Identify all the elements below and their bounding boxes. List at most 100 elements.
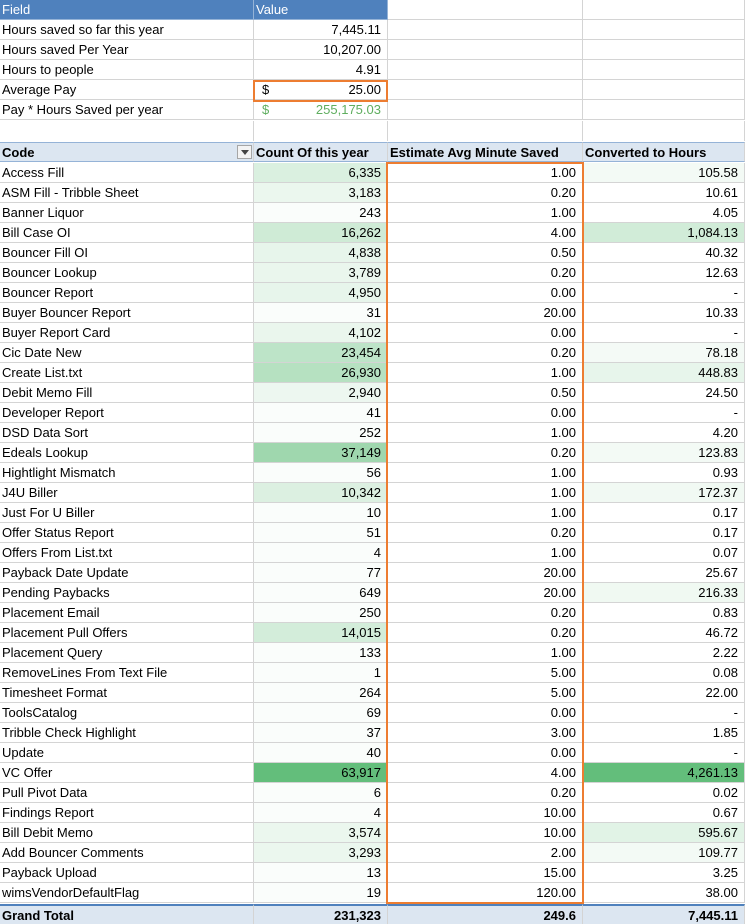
code-cell[interactable]: Bouncer Fill OI [0,243,254,263]
hours-cell[interactable]: 4.05 [583,203,745,223]
minutes-cell[interactable]: 0.20 [388,523,583,543]
count-cell[interactable]: 6 [254,783,388,803]
empty-cell[interactable] [583,80,745,100]
hours-cell[interactable]: - [583,743,745,763]
count-cell[interactable]: 4,102 [254,323,388,343]
count-cell[interactable]: 2,940 [254,383,388,403]
minutes-cell[interactable]: 0.00 [388,283,583,303]
hours-cell[interactable]: 1.85 [583,723,745,743]
minutes-cell[interactable]: 0.00 [388,703,583,723]
summary-value[interactable]: $25.00 [254,80,388,100]
summary-value[interactable]: $255,175.03 [254,100,388,120]
hours-cell[interactable]: 0.17 [583,503,745,523]
count-cell[interactable]: 13 [254,863,388,883]
minutes-cell[interactable]: 0.20 [388,263,583,283]
minutes-header[interactable]: Estimate Avg Minute Saved [388,142,583,162]
code-cell[interactable]: Bouncer Report [0,283,254,303]
minutes-cell[interactable]: 0.20 [388,183,583,203]
code-cell[interactable]: Placement Query [0,643,254,663]
count-cell[interactable]: 10 [254,503,388,523]
minutes-cell[interactable]: 10.00 [388,823,583,843]
count-cell[interactable]: 16,262 [254,223,388,243]
count-cell[interactable]: 37 [254,723,388,743]
code-cell[interactable]: ASM Fill - Tribble Sheet [0,183,254,203]
code-cell[interactable]: Offer Status Report [0,523,254,543]
summary-label[interactable]: Hours to people [0,60,254,80]
empty-cell[interactable] [388,100,583,120]
hours-header[interactable]: Converted to Hours [583,142,745,162]
code-cell[interactable]: VC Offer [0,763,254,783]
code-cell[interactable]: Edeals Lookup [0,443,254,463]
code-cell[interactable]: Payback Date Update [0,563,254,583]
code-cell[interactable]: Cic Date New [0,343,254,363]
count-cell[interactable]: 4,950 [254,283,388,303]
code-cell[interactable]: Pending Paybacks [0,583,254,603]
count-cell[interactable]: 69 [254,703,388,723]
hours-cell[interactable]: 22.00 [583,683,745,703]
minutes-cell[interactable]: 0.20 [388,343,583,363]
minutes-cell[interactable]: 2.00 [388,843,583,863]
count-cell[interactable]: 252 [254,423,388,443]
code-header[interactable]: Code [0,142,254,162]
empty-cell[interactable] [388,121,583,141]
hours-cell[interactable]: 10.33 [583,303,745,323]
minutes-cell[interactable]: 1.00 [388,163,583,183]
empty-cell[interactable] [583,20,745,40]
code-cell[interactable]: Create List.txt [0,363,254,383]
hours-cell[interactable]: 24.50 [583,383,745,403]
hours-cell[interactable]: 38.00 [583,883,745,903]
count-cell[interactable]: 4 [254,803,388,823]
field-header[interactable]: Field [0,0,254,20]
filter-dropdown-icon[interactable] [237,145,252,159]
minutes-cell[interactable]: 4.00 [388,223,583,243]
empty-cell[interactable] [388,40,583,60]
value-header[interactable]: Value [254,0,388,20]
code-cell[interactable]: Bouncer Lookup [0,263,254,283]
count-cell[interactable]: 56 [254,463,388,483]
count-cell[interactable]: 3,293 [254,843,388,863]
grand-total-hours[interactable]: 7,445.11 [583,904,745,924]
empty-cell[interactable] [388,80,583,100]
empty-cell[interactable] [388,20,583,40]
count-cell[interactable]: 26,930 [254,363,388,383]
count-header[interactable]: Count Of this year [254,142,388,162]
minutes-cell[interactable]: 1.00 [388,543,583,563]
count-cell[interactable]: 41 [254,403,388,423]
minutes-cell[interactable]: 4.00 [388,763,583,783]
count-cell[interactable]: 40 [254,743,388,763]
summary-label[interactable]: Hours saved so far this year [0,20,254,40]
minutes-cell[interactable]: 0.20 [388,783,583,803]
code-cell[interactable]: Update [0,743,254,763]
count-cell[interactable]: 3,574 [254,823,388,843]
empty-cell[interactable] [254,121,388,141]
count-cell[interactable]: 649 [254,583,388,603]
hours-cell[interactable]: 448.83 [583,363,745,383]
count-cell[interactable]: 19 [254,883,388,903]
code-cell[interactable]: Add Bouncer Comments [0,843,254,863]
count-cell[interactable]: 133 [254,643,388,663]
hours-cell[interactable]: 172.37 [583,483,745,503]
minutes-cell[interactable]: 1.00 [388,483,583,503]
empty-cell[interactable] [583,60,745,80]
count-cell[interactable]: 23,454 [254,343,388,363]
minutes-cell[interactable]: 20.00 [388,583,583,603]
code-cell[interactable]: Tribble Check Highlight [0,723,254,743]
minutes-cell[interactable]: 0.00 [388,403,583,423]
code-cell[interactable]: Debit Memo Fill [0,383,254,403]
hours-cell[interactable]: 0.83 [583,603,745,623]
hours-cell[interactable]: 216.33 [583,583,745,603]
minutes-cell[interactable]: 0.20 [388,623,583,643]
code-cell[interactable]: Developer Report [0,403,254,423]
summary-label[interactable]: Pay * Hours Saved per year [0,100,254,120]
hours-cell[interactable]: - [583,323,745,343]
hours-cell[interactable]: 0.93 [583,463,745,483]
minutes-cell[interactable]: 0.00 [388,743,583,763]
grand-total-count[interactable]: 231,323 [254,904,388,924]
grand-total-label[interactable]: Grand Total [0,904,254,924]
count-cell[interactable]: 10,342 [254,483,388,503]
minutes-cell[interactable]: 5.00 [388,683,583,703]
minutes-cell[interactable]: 1.00 [388,203,583,223]
minutes-cell[interactable]: 120.00 [388,883,583,903]
empty-cell[interactable] [583,100,745,120]
count-cell[interactable]: 264 [254,683,388,703]
